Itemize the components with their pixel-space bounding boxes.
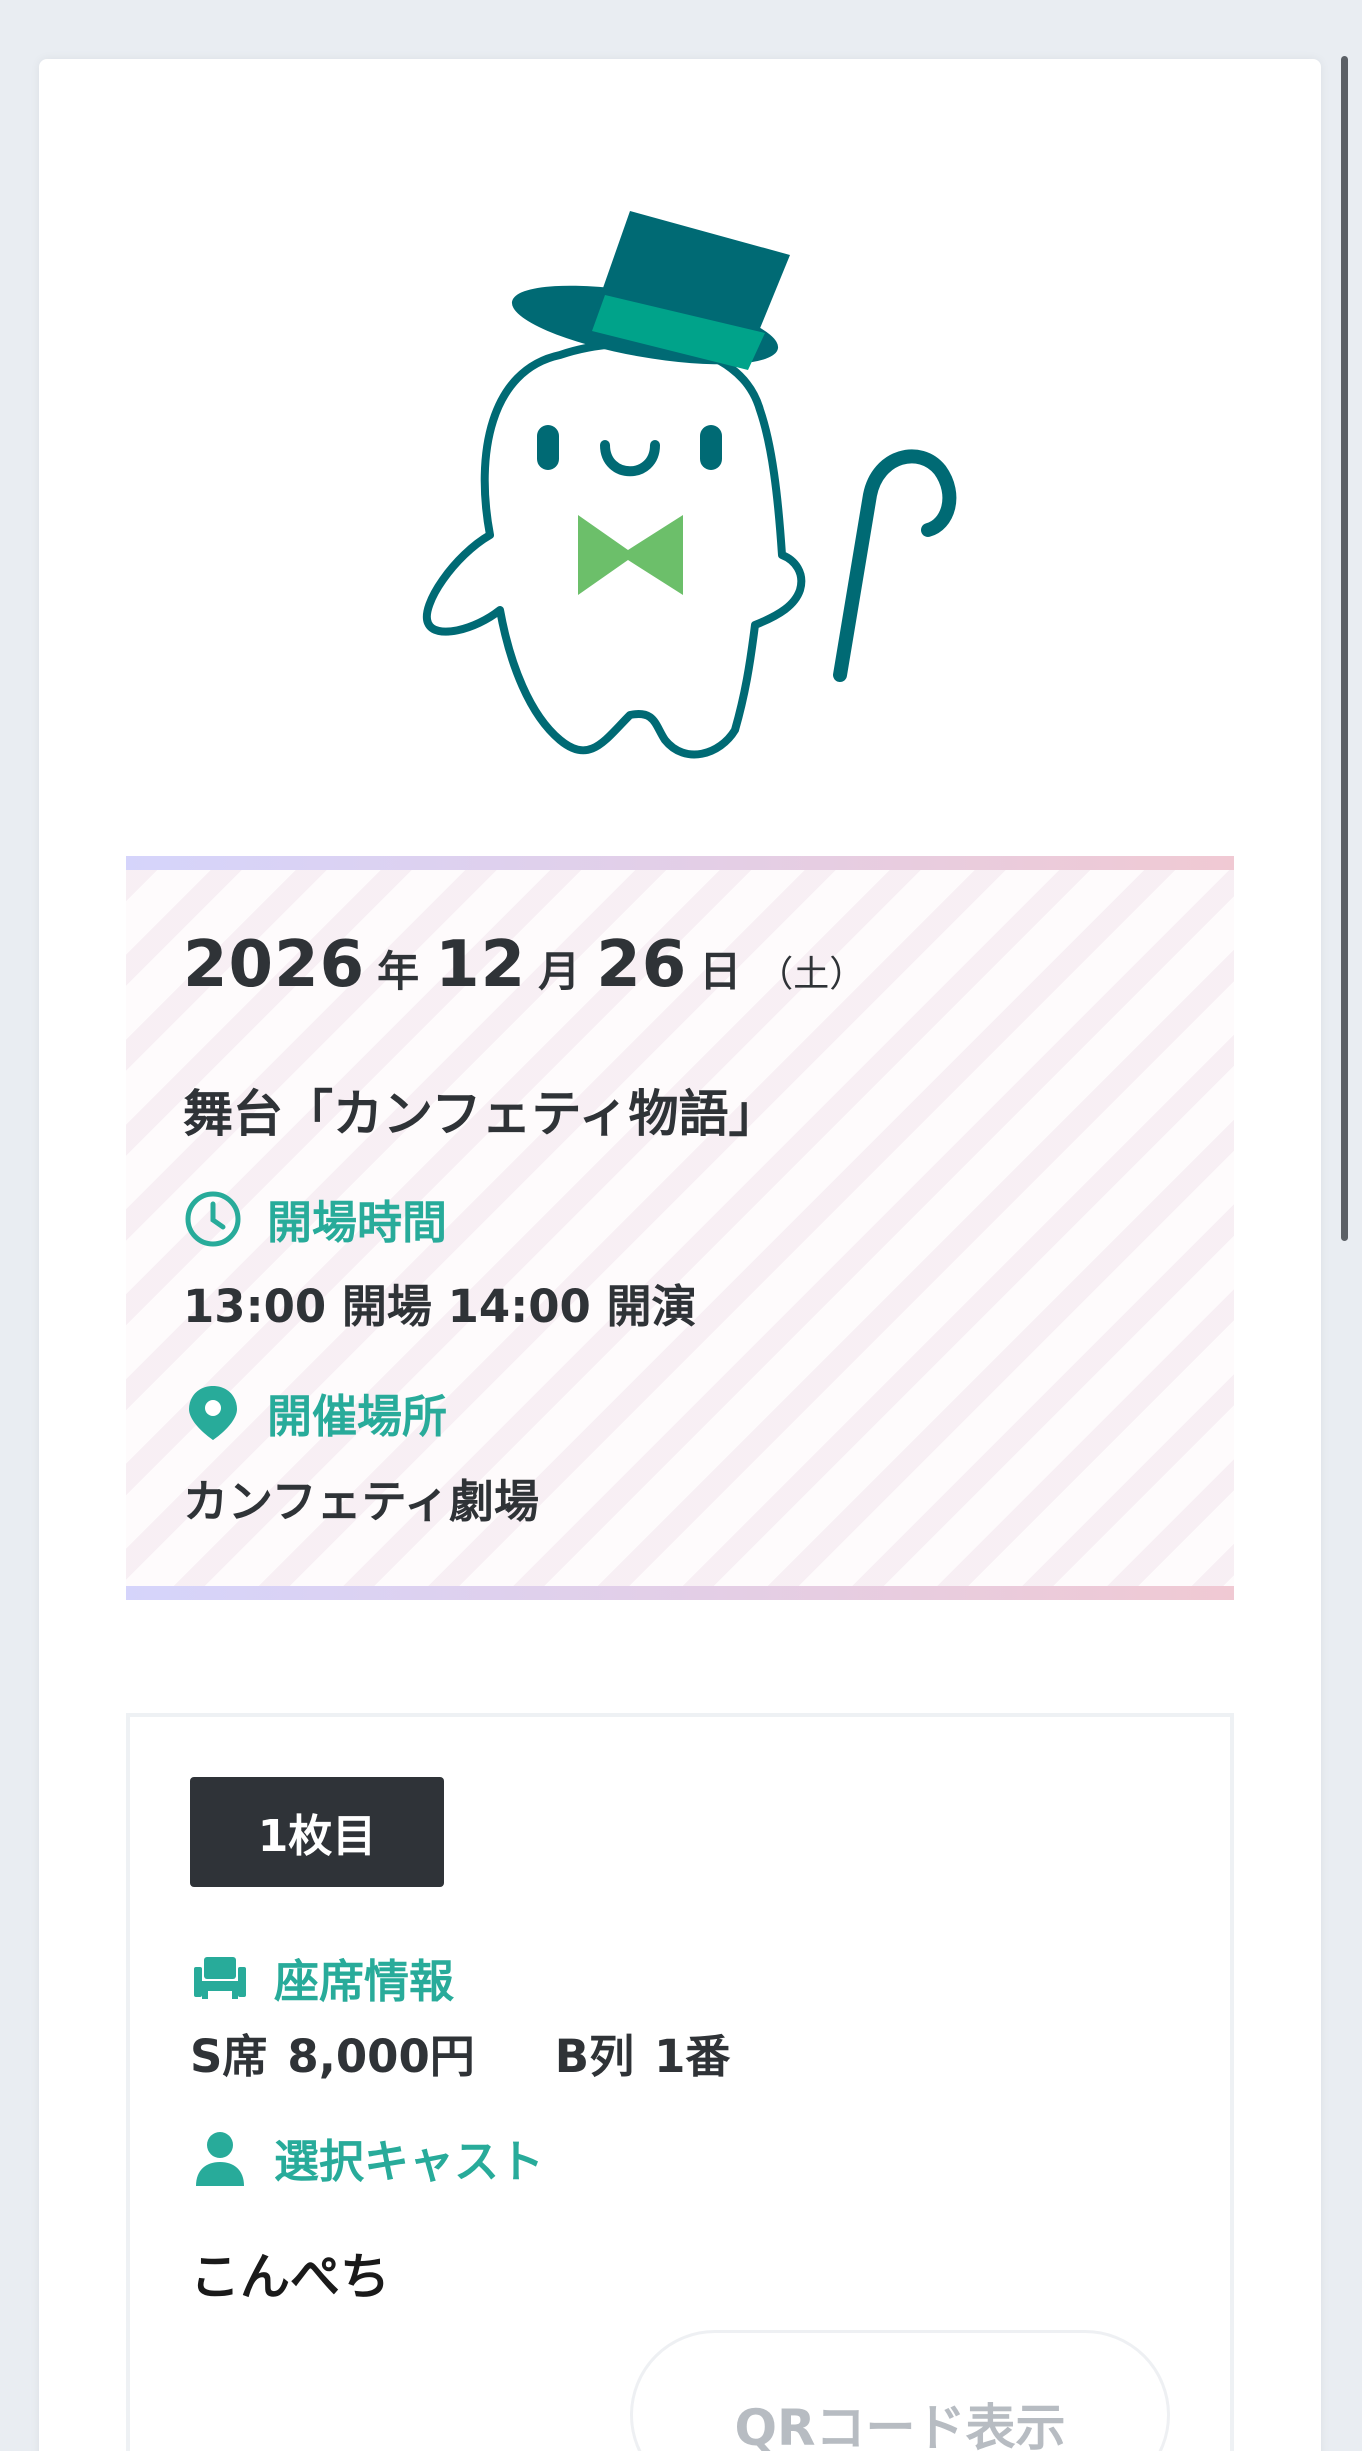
map-pin-icon [189, 1385, 237, 1440]
date-year-unit: 年 [377, 947, 420, 996]
time-value: 13:00 開場 14:00 開演 [183, 1280, 697, 1333]
date-month-unit: 月 [538, 947, 581, 996]
mascot-illustration [422, 211, 957, 759]
seat-price: 8,000円 [287, 2030, 475, 2083]
seat-row: B列 [554, 2030, 635, 2083]
venue-value: カンフェティ劇場 [183, 1475, 539, 1528]
clock-icon [185, 1191, 241, 1246]
cast-name: こんぺち [190, 2248, 390, 2306]
seat-label-row: 座席情報 [190, 1945, 454, 2010]
qr-code-button[interactable]: QRコード表示 [630, 2330, 1170, 2451]
time-label: 開場時間 [267, 1196, 448, 1249]
date-month: 12 [435, 928, 527, 1002]
seat-values: S席 8,000円 B列 1番 [190, 2020, 750, 2085]
date-day-unit: 日 [699, 947, 742, 996]
cast-label-row: 選択キャスト [190, 2125, 544, 2190]
scrollbar[interactable] [1341, 56, 1348, 1241]
venue-label-row: 開催場所 [183, 1380, 447, 1445]
ticket-number-badge: 1枚目 [190, 1777, 444, 1887]
venue-label: 開催場所 [267, 1390, 448, 1443]
date-weekday: （土） [757, 954, 866, 995]
event-date: 2026 年 12 月 26 日 （土） [183, 928, 865, 1002]
seat-label: 座席情報 [274, 1955, 455, 2008]
date-year: 2026 [183, 928, 366, 1002]
seat-class: S席 [190, 2030, 268, 2083]
time-label-row: 開場時間 [183, 1186, 447, 1251]
cast-label: 選択キャスト [274, 2135, 545, 2188]
seat-number: 1番 [654, 2030, 731, 2083]
event-info-panel: 2026 年 12 月 26 日 （土） 舞台「カンフェティ物語」 開場時間 1… [126, 856, 1234, 1600]
seat-icon [194, 1956, 246, 1999]
ticket-detail-box: 1枚目 座席情報 S席 8,000円 B列 1番 選択キャスト こんぺち QRコ… [126, 1713, 1234, 2451]
person-icon [196, 2131, 244, 2186]
date-day: 26 [596, 928, 688, 1002]
event-title: 舞台「カンフェティ物語」 [183, 1085, 779, 1143]
